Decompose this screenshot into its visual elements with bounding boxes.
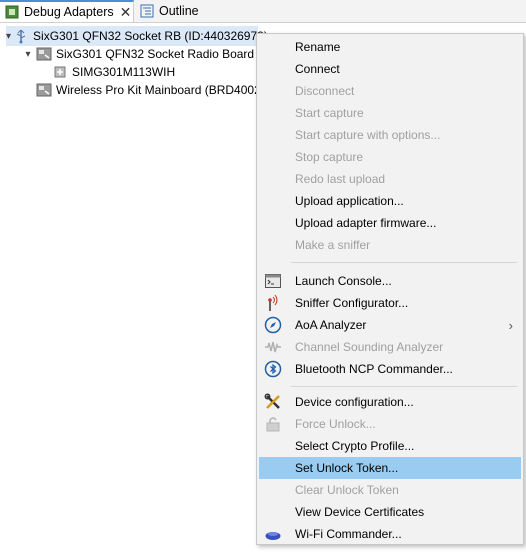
menu-item-disconnect[interactable]: Disconnect [259,80,521,102]
menu-item-channel-sounding-analyzer[interactable]: Channel Sounding Analyzer [259,336,521,358]
menu-item-label: Set Unlock Token... [295,461,399,475]
menu-item-set-unlock-token[interactable]: Set Unlock Token... [259,457,521,479]
tab-debug-adapters[interactable]: Debug Adapters ✕ [0,0,134,22]
outline-icon [140,4,154,18]
menu-item-label: Channel Sounding Analyzer [295,340,444,354]
expand-chevron-icon[interactable]: ▾ [6,31,11,42]
menu-item-label: Select Crypto Profile... [295,439,415,453]
menu-item-label: Launch Console... [295,274,392,288]
menu-item-label: Upload application... [295,194,404,208]
waveform-icon [264,338,282,356]
menu-item-start-capture-options[interactable]: Start capture with options... [259,124,521,146]
tree-item-label: SixG301 QFN32 Socket RB (ID:440326972) [33,29,268,43]
menu-item-label: Sniffer Configurator... [295,296,409,310]
menu-item-upload-application[interactable]: Upload application... [259,190,521,212]
menu-item-sniffer-configurator[interactable]: Sniffer Configurator... [259,292,521,314]
menu-item-rename[interactable]: Rename [259,36,521,58]
menu-item-aoa-analyzer[interactable]: AoA Analyzer › [259,314,521,336]
menu-item-label: Connect [295,62,340,76]
menu-item-label: Disconnect [295,84,355,98]
menu-item-launch-console[interactable]: Launch Console... [259,270,521,292]
menu-item-label: AoA Analyzer [295,318,367,332]
compass-icon [264,316,282,334]
tab-label: Outline [159,4,199,18]
tab-outline[interactable]: Outline [135,0,225,22]
menu-item-bluetooth-ncp-commander[interactable]: Bluetooth NCP Commander... [259,358,521,380]
close-icon[interactable]: ✕ [120,5,132,19]
tree-item-label: Wireless Pro Kit Mainboard (BRD4002 [56,83,261,97]
debug-adapters-icon [5,5,19,19]
menu-separator [291,386,517,387]
tools-icon [264,393,282,411]
usb-icon [13,28,29,44]
sniffer-icon [264,294,282,312]
menu-item-force-unlock[interactable]: Force Unlock... [259,413,521,435]
menu-item-label: Rename [295,40,341,54]
chip-icon [52,64,68,80]
tab-label: Debug Adapters [24,5,114,19]
menu-item-label: Start capture [295,106,364,120]
submenu-arrow-icon: › [508,317,513,333]
view-tab-bar: Debug Adapters ✕ Outline [0,0,526,23]
menu-item-label: Wi-Fi Commander... [295,527,402,541]
menu-item-select-crypto-profile[interactable]: Select Crypto Profile... [259,435,521,457]
menu-item-clear-unlock-token[interactable]: Clear Unlock Token [259,479,521,501]
menu-item-label: View Device Certificates [295,505,425,519]
tree-item-label: SIMG301M113WIH [72,65,176,79]
wifi-commander-icon [264,525,282,543]
menu-item-view-device-certificates[interactable]: View Device Certificates [259,501,521,523]
menu-item-upload-adapter-firmware[interactable]: Upload adapter firmware... [259,212,521,234]
menu-item-wifi-commander[interactable]: Wi-Fi Commander... [259,523,521,545]
expand-chevron-icon[interactable]: ▾ [22,49,34,60]
menu-item-label: Start capture with options... [295,128,441,142]
menu-item-stop-capture[interactable]: Stop capture [259,146,521,168]
menu-item-label: Force Unlock... [295,417,376,431]
menu-item-label: Stop capture [295,150,364,164]
console-icon [264,272,282,290]
menu-item-label: Make a sniffer [295,238,371,252]
board-icon [36,46,52,62]
menu-item-label: Upload adapter firmware... [295,216,437,230]
tree-item-radio-board[interactable]: ▾ SixG301 QFN32 Socket Radio Board (B [22,44,269,64]
menu-item-label: Device configuration... [295,395,414,409]
menu-item-connect[interactable]: Connect [259,58,521,80]
tree-item-root-adapter[interactable]: ▾ SixG301 QFN32 Socket RB (ID:440326972) [6,26,268,46]
menu-item-label: Bluetooth NCP Commander... [295,362,453,376]
menu-separator [291,262,517,263]
tree-item-chip[interactable]: SIMG301M113WIH [50,62,175,82]
tree-item-label: SixG301 QFN32 Socket Radio Board (B [56,47,270,61]
menu-item-make-sniffer[interactable]: Make a sniffer [259,234,521,256]
board-icon [36,82,52,98]
menu-item-start-capture[interactable]: Start capture [259,102,521,124]
menu-item-redo-last-upload[interactable]: Redo last upload [259,168,521,190]
unlock-icon [264,415,282,433]
menu-item-device-configuration[interactable]: Device configuration... [259,391,521,413]
context-menu: Rename Connect Disconnect Start capture … [256,33,524,545]
tree-item-mainboard[interactable]: Wireless Pro Kit Mainboard (BRD4002 [34,80,261,100]
menu-item-label: Redo last upload [295,172,386,186]
menu-item-label: Clear Unlock Token [295,483,399,497]
bluetooth-icon [264,360,282,378]
